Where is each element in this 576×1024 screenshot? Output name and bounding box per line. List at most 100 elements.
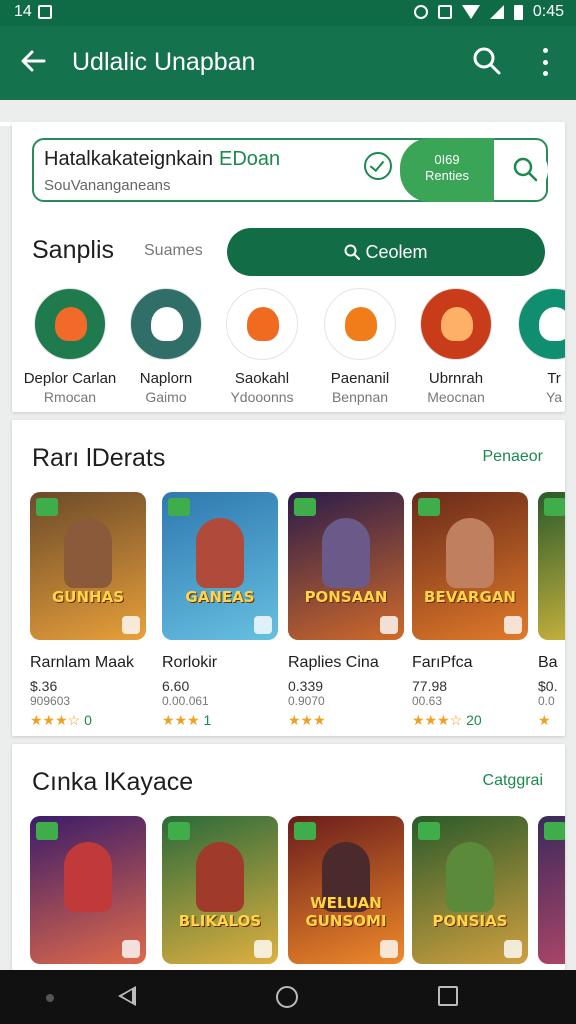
- game-logo: BLIKALOS: [178, 912, 262, 930]
- star-icon: ★★★: [162, 712, 200, 728]
- search-action-label: Ceolem: [365, 242, 428, 262]
- game-card[interactable]: WELUAN GUNSOMI: [288, 816, 408, 964]
- game-card[interactable]: PONSIAS: [412, 816, 532, 964]
- search-button[interactable]: [500, 146, 548, 194]
- category-item[interactable]: Ubrnrah Meocnan: [408, 288, 504, 405]
- back-arrow-icon[interactable]: [18, 46, 48, 82]
- category-sublabel: Ydooonns: [230, 389, 294, 405]
- game-price: 0.339: [288, 678, 324, 694]
- category-item[interactable]: Tr Ya: [506, 288, 565, 405]
- game-price: 6.60: [162, 678, 190, 694]
- category-label: Tr: [547, 370, 561, 387]
- game-artwork: GANEAS: [162, 492, 278, 640]
- more-vert-icon[interactable]: [534, 48, 556, 76]
- category-item[interactable]: Paenanil Benpnan: [312, 288, 408, 405]
- game-logo: PONSAAN: [304, 588, 388, 606]
- category-section: Cınka lKayace Catggrai BLIKALOS WELUAN GU…: [12, 744, 565, 970]
- game-logo: PONSIAS: [432, 912, 508, 930]
- search-text: Hatalkakateignkain: [44, 148, 213, 170]
- game-list: GUNHAS Rarnlam Maak $.36 909603 ★★★☆ 0 GANEAS…: [30, 492, 565, 732]
- category-label: Deplor Carlan: [23, 370, 117, 387]
- game-badge-icon: [254, 940, 272, 958]
- nav-recents-icon[interactable]: [438, 986, 458, 1006]
- section-link[interactable]: Penaeor: [483, 448, 544, 466]
- game-card[interactable]: GANEAS Rorlokir 6.60 0.00.061 ★★★ 1: [162, 492, 282, 729]
- game-artwork: BEVARGAN: [412, 492, 528, 640]
- alarm-icon: [413, 5, 428, 19]
- game-name: Rorlokir: [162, 654, 218, 671]
- game-tag-icon: [418, 498, 440, 516]
- category-sublabel: Benpnan: [331, 389, 389, 405]
- vibrate-icon: [437, 5, 452, 19]
- game-artwork: [30, 816, 146, 964]
- game-artwork: WELUAN GUNSOMI: [288, 816, 404, 964]
- game-card[interactable]: BEVARGAN FarıPfca 77.98 00.63 ★★★☆ 20: [412, 492, 532, 729]
- category-sublabel: Ya: [545, 389, 563, 405]
- game-tag-icon: [168, 822, 190, 840]
- game-badge-icon: [254, 616, 272, 634]
- star-icon: ★★★☆: [30, 712, 81, 728]
- game-card[interactable]: Ba $0. 0.0 ★: [538, 492, 565, 729]
- game-artwork: BLIKALOS: [162, 816, 278, 964]
- status-bar: 14 0:45: [0, 0, 576, 26]
- star-icon: ★★★: [288, 712, 326, 728]
- search-subtext: SouVananganeans: [44, 177, 171, 194]
- search-icon[interactable]: [472, 46, 502, 76]
- game-rating: ★★★: [288, 712, 408, 729]
- search-action-button[interactable]: Ceolem: [227, 228, 545, 276]
- game-tag-icon: [544, 498, 565, 516]
- category-item[interactable]: Deplor Carlan Rmocan: [22, 288, 118, 405]
- assistant-dot-icon[interactable]: [46, 994, 54, 1002]
- nav-back-icon[interactable]: [118, 986, 136, 1006]
- search-tag: EDoan: [219, 148, 281, 170]
- category-sublabel: Rmocan: [43, 389, 97, 405]
- game-badge-icon: [122, 940, 140, 958]
- status-left-text: 14: [14, 3, 32, 20]
- game-character: [64, 842, 112, 912]
- game-character: [322, 518, 370, 588]
- game-badge-icon: [380, 616, 398, 634]
- category-row: Deplor Carlan Rmocan Naplorn Gaimo Saokahl Yd…: [22, 288, 565, 408]
- game-artwork: [538, 816, 565, 964]
- game-price: $0.: [538, 678, 558, 694]
- category-label: Ubrnrah: [428, 370, 484, 387]
- rating-count: 20: [462, 712, 482, 728]
- game-logo: GANEAS: [185, 588, 255, 606]
- category-item[interactable]: Saokahl Ydooonns: [214, 288, 310, 405]
- game-card[interactable]: [538, 816, 565, 964]
- nav-home-icon[interactable]: [276, 986, 298, 1008]
- game-card[interactable]: PONSAAN Raplies Cina 0.339 0.9070 ★★★: [288, 492, 408, 729]
- category-icon: [324, 288, 396, 360]
- search-icon: [344, 244, 361, 260]
- game-rating: ★★★☆ 20: [412, 712, 532, 729]
- game-card[interactable]: BLIKALOS: [162, 816, 282, 964]
- filter-subtitle: Suames: [144, 242, 203, 259]
- page-title: Udlalic Unapban: [72, 48, 256, 76]
- game-list: BLIKALOS WELUAN GUNSOMI PONSIAS: [30, 816, 565, 970]
- star-icon: ★: [538, 712, 551, 728]
- game-card[interactable]: [30, 816, 150, 964]
- game-logo: BEVARGAN: [424, 588, 516, 606]
- category-item[interactable]: Naplorn Gaimo: [118, 288, 214, 405]
- game-tag-icon: [36, 498, 58, 516]
- filter-row: Sanplis Suames Ceolem: [32, 228, 548, 278]
- game-size: 00.63: [412, 694, 443, 708]
- search-box[interactable]: Hatalkakateignkain EDoan SouVananganeans …: [32, 138, 548, 202]
- category-sublabel: Gaimo: [145, 389, 187, 405]
- game-tag-icon: [294, 822, 316, 840]
- app-bar: Udlalic Unapban: [0, 26, 576, 126]
- star-icon: ★★★☆: [412, 712, 463, 728]
- game-card[interactable]: GUNHAS Rarnlam Maak $.36 909603 ★★★☆ 0: [30, 492, 150, 729]
- game-price: 77.98: [412, 678, 448, 694]
- game-character: [196, 842, 244, 912]
- game-artwork: PONSIAS: [412, 816, 528, 964]
- signal-icon: [489, 5, 504, 19]
- featured-section: Rarı lDerats Penaeor GUNHAS Rarnlam Maak $…: [12, 420, 565, 736]
- search-pill[interactable]: 0I69 Renties: [400, 138, 494, 202]
- game-character: [64, 518, 112, 588]
- section-link[interactable]: Catggrai: [483, 772, 543, 790]
- verified-icon: [364, 152, 392, 180]
- category-sublabel: Meocnan: [427, 389, 485, 405]
- game-badge-icon: [380, 940, 398, 958]
- game-artwork: PONSAAN: [288, 492, 404, 640]
